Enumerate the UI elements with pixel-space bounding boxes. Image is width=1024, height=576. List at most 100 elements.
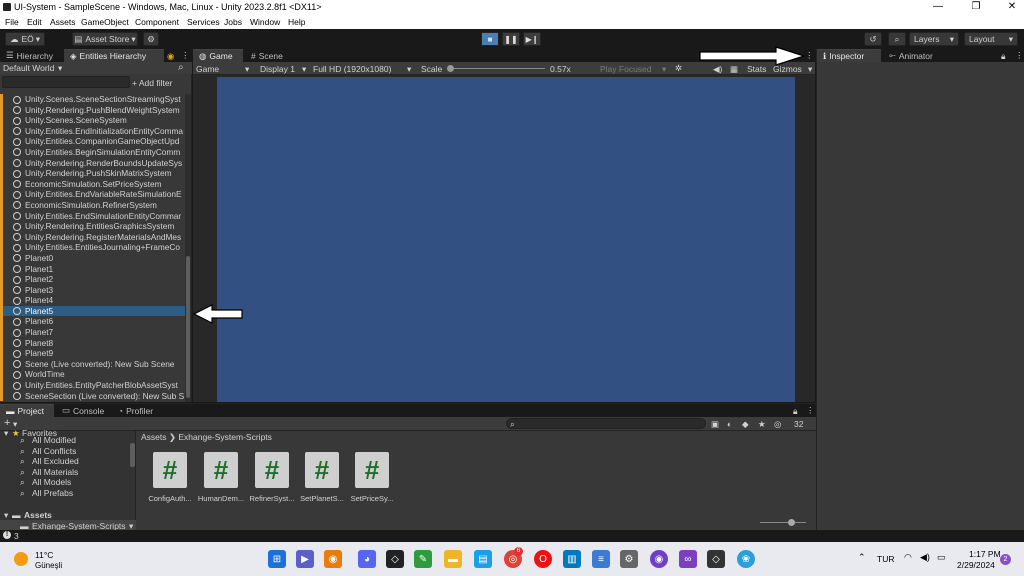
list-item[interactable]: Unity.Rendering.PushBlendWeightSystem [0,104,186,116]
list-item[interactable]: Planet8 [0,337,186,349]
wifi-icon[interactable]: ◠ [904,552,912,563]
favorite-item[interactable]: ⌕ All Materials [20,467,130,478]
list-item[interactable]: Planet4 [0,295,186,306]
search-button[interactable]: ⌕ [888,32,906,46]
tab-scene[interactable]: # Scene [245,49,289,62]
search-input[interactable]: ⌕ [506,418,706,429]
chevron-up-icon[interactable]: ⌃ [858,552,866,563]
list-item[interactable]: SceneSection (Live converted): New Sub S [0,390,186,402]
asset-store-button[interactable]: ▤ Asset Store ▾ [72,32,138,46]
tab-animator[interactable]: ⟜ Animator [883,49,939,62]
discord-icon[interactable]: ◕ [358,550,376,568]
undo-history-button[interactable]: ↺ [864,32,882,46]
list-item[interactable]: EconomicSimulation.SetPriceSystem [0,178,186,190]
breadcrumb-assets[interactable]: Assets [141,432,167,442]
start-icon[interactable]: ⊞ [268,550,286,568]
menu-file[interactable]: File [5,17,19,27]
list-item[interactable]: Unity.Entities.EndVariableRateSimulation… [0,189,186,200]
tab-project[interactable]: ▬ Project [0,404,54,417]
script-file-icon[interactable]: # [355,452,389,488]
list-item[interactable]: Unity.Scenes.SceneSectionStreamingSyst [0,94,186,105]
list-item[interactable]: Unity.Entities.BeginSimulationEntityComm [0,146,186,158]
list-item[interactable]: Unity.Rendering.PushSkinMatrixSystem [0,168,186,179]
list-item[interactable]: WorldTime [0,369,186,381]
favorite-item[interactable]: ⌕ All Models [20,477,130,488]
list-item[interactable]: Unity.Rendering.EntitiesGraphicsSystem [0,221,186,232]
language-indicator[interactable]: TUR [877,554,894,564]
tab-inspector[interactable]: ℹ Inspector [817,49,881,62]
search-icon[interactable]: ⌕ [178,62,184,73]
layers-dropdown[interactable]: Layers ▾ [909,32,959,46]
app-icon[interactable]: ❀ [737,550,755,568]
game-view[interactable] [217,77,795,402]
type-filter-icon[interactable]: ◐ [727,419,732,429]
icon-size-slider[interactable] [760,519,806,526]
trello-icon[interactable]: ▥ [563,550,581,568]
list-item[interactable]: Planet1 [0,263,186,275]
clock-time[interactable]: 1:17 PM [969,549,1001,559]
list-item[interactable]: Planet5 [0,305,186,317]
favorite-item[interactable]: ⌕ All Prefabs [20,488,130,499]
script-file-icon[interactable]: # [153,452,187,488]
kebab-menu-icon[interactable]: ⋮ [806,405,815,416]
maximize-icon[interactable]: ❐ [966,1,986,12]
slider-handle[interactable] [447,65,454,72]
battery-icon[interactable]: ▭ [937,552,946,563]
list-item[interactable]: Planet7 [0,327,186,338]
list-item[interactable]: Unity.Entities.CompanionGameObjectUpd [0,136,186,147]
add-filter-button[interactable]: + Add filter [132,78,172,88]
lock-icon[interactable]: 🔒︎ [793,406,798,417]
script-file-icon[interactable]: # [305,452,339,488]
scrollbar[interactable] [185,94,191,402]
list-item[interactable]: Planet3 [0,284,186,296]
display-mode-dropdown[interactable]: Game [196,64,219,74]
list-item[interactable]: Planet2 [0,274,186,285]
settings-icon[interactable]: ⚙ [620,550,638,568]
blender-icon[interactable]: ◉ [324,550,342,568]
list-item[interactable]: Unity.Rendering.RenderBoundsUpdateSys [0,157,186,169]
info-icon[interactable]: ! [3,531,11,539]
list-item[interactable]: EconomicSimulation.RefinerSystem [0,199,186,211]
app-icon[interactable]: ✎ [414,550,432,568]
display-dropdown[interactable]: Display 1 [260,64,295,74]
notification-badge[interactable]: 2 [1000,554,1011,565]
minimize-icon[interactable]: — [928,1,948,12]
assets-root[interactable]: Assets [24,510,52,520]
list-item[interactable]: Unity.Entities.EndSimulationEntityCommar [0,210,186,222]
tab-hierarchy[interactable]: ☰ Hierarchy [0,49,59,62]
label-filter-icon[interactable]: ◆ [742,419,749,430]
favorite-item[interactable]: ⌕ All Conflicts [20,446,130,457]
hierarchy-filter-icon[interactable]: ▣ [711,419,719,430]
menu-window[interactable]: Window [250,17,280,27]
notes-icon[interactable]: ≡ [592,550,610,568]
tab-game[interactable]: ◍ Game [193,49,243,62]
search-input[interactable] [2,76,130,88]
tab-profiler[interactable]: ◔ Profiler [112,404,159,417]
store-icon[interactable]: ▤ [474,550,492,568]
layout-dropdown[interactable]: Layout ▾ [964,32,1018,46]
favorite-item[interactable]: ⌕ All Excluded [20,456,130,467]
list-item[interactable]: Unity.Entities.EndInitializationEntityCo… [0,125,186,137]
menu-services[interactable]: Services [187,17,220,27]
tab-console[interactable]: ▭ Console [56,404,110,417]
file-explorer-icon[interactable]: ▬ [444,550,462,568]
step-button[interactable]: ▶❙ [523,32,541,46]
script-file-icon[interactable]: # [204,452,238,488]
weather-temp[interactable]: 11°C [35,550,53,560]
slider-handle[interactable] [788,519,795,526]
unity-hub-icon[interactable]: ◇ [386,550,404,568]
weather-sun-icon[interactable] [14,552,28,566]
github-icon[interactable]: ◉ [650,550,668,568]
menu-help[interactable]: Help [288,17,305,27]
menu-jobs[interactable]: Jobs [224,17,242,27]
list-item[interactable]: Scene (Live converted): New Sub Scene [0,358,186,370]
pause-button[interactable]: ❚❚ [502,32,520,46]
volume-icon[interactable]: ◀) [920,552,930,563]
list-item[interactable]: Unity.Entities.EntitiesJournaling+FrameC… [0,242,186,253]
opera-icon[interactable]: O [534,550,552,568]
menu-component[interactable]: Component [135,17,179,27]
menu-edit[interactable]: Edit [27,17,42,27]
close-icon[interactable]: ✕ [1002,1,1022,12]
list-item[interactable]: Planet0 [0,252,186,264]
cloud-services-button[interactable]: ⚙ [143,32,159,46]
